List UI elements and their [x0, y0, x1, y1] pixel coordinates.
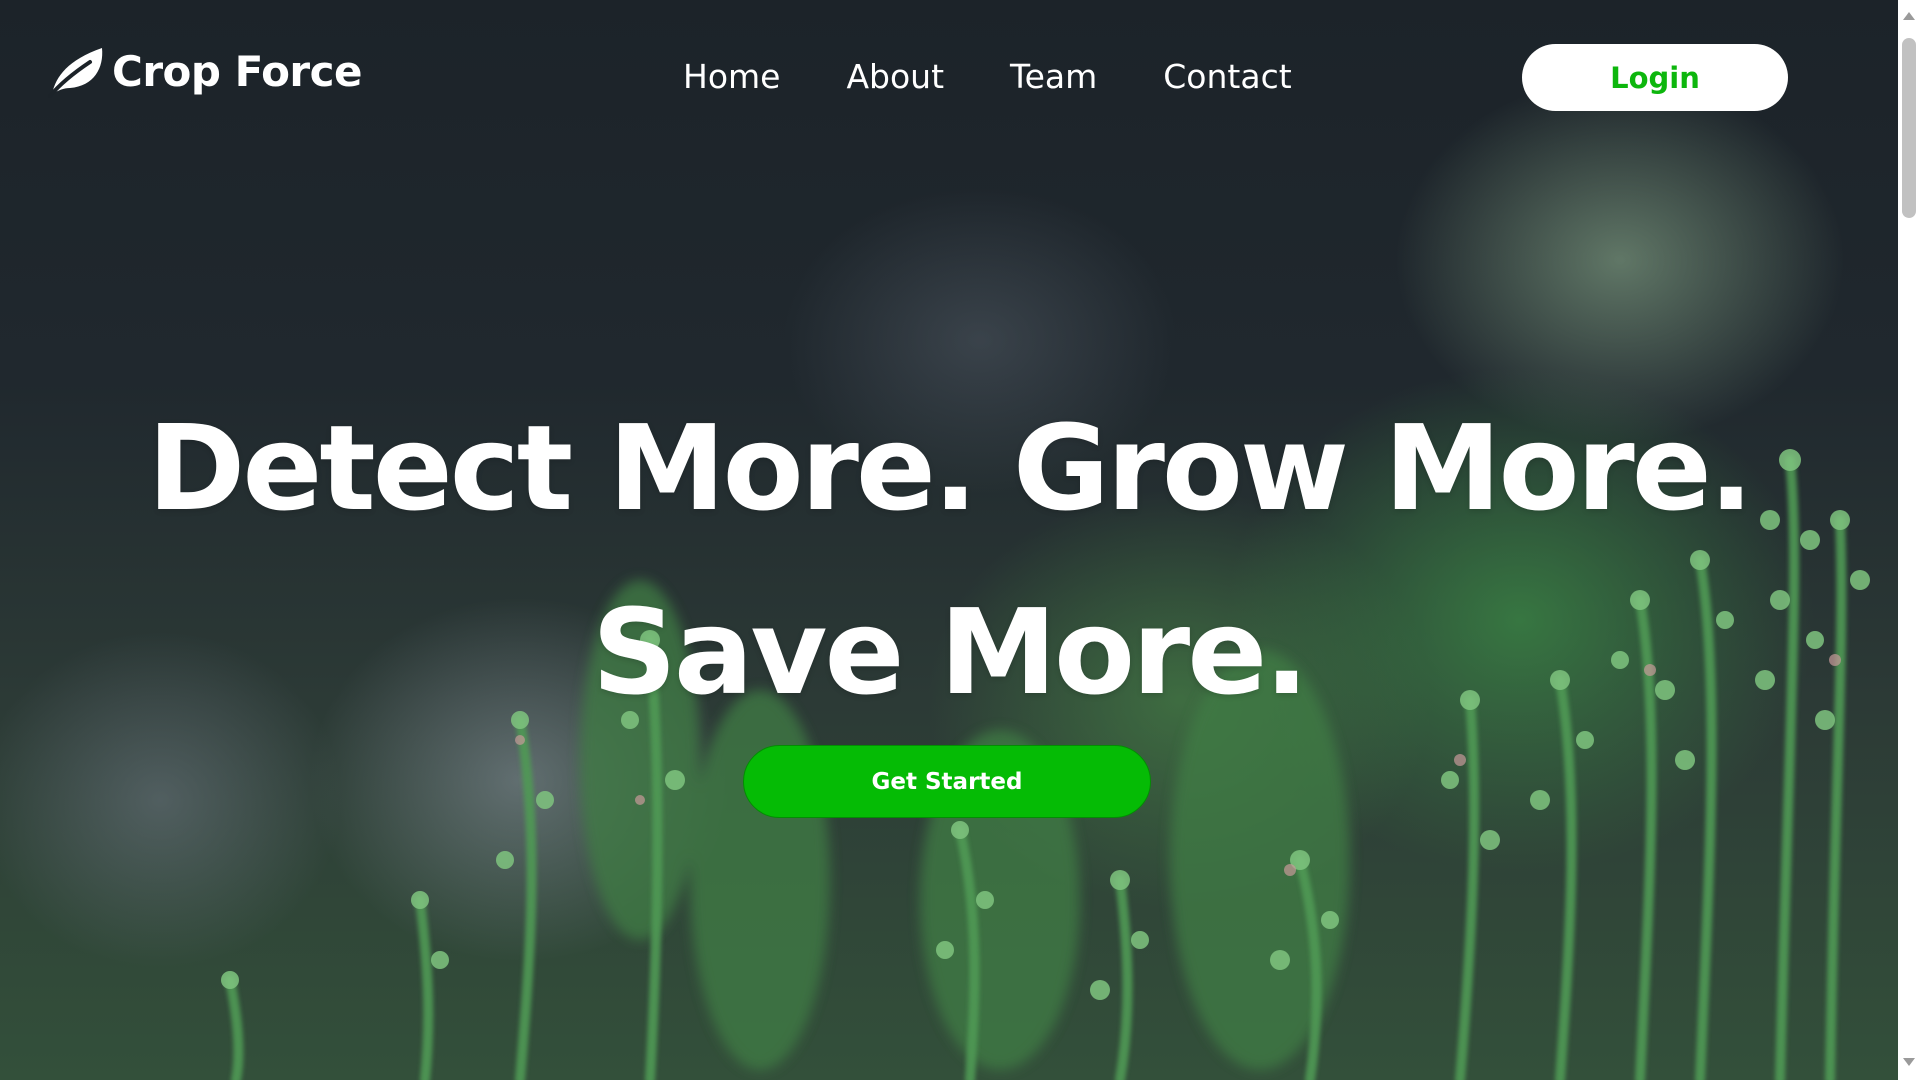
brand-name: Crop Force — [112, 47, 363, 96]
scroll-up-arrow-icon[interactable] — [1903, 12, 1915, 20]
get-started-button[interactable]: Get Started — [743, 745, 1151, 818]
hero-headline-line2: Save More. — [591, 583, 1309, 722]
nav-links: Home About Team Contact — [683, 56, 1292, 98]
nav-link-home[interactable]: Home — [683, 56, 780, 98]
login-button[interactable]: Login — [1522, 44, 1788, 111]
hero-headline-line1: Detect More. Grow More. — [147, 399, 1753, 538]
scroll-thumb[interactable] — [1902, 38, 1916, 218]
scroll-down-arrow-icon[interactable] — [1903, 1058, 1915, 1066]
landing-page: Crop Force Home About Team Contact Login… — [0, 0, 1920, 1080]
foliage-background-image — [221, 449, 1870, 1080]
nav-link-about[interactable]: About — [846, 56, 944, 98]
nav-link-team[interactable]: Team — [1010, 56, 1097, 98]
brand-logo[interactable]: Crop Force — [46, 46, 363, 98]
page-scrollbar[interactable] — [1898, 0, 1920, 1080]
nav-link-contact[interactable]: Contact — [1163, 56, 1291, 98]
leaf-icon — [48, 48, 103, 98]
top-navbar: Crop Force Home About Team Contact Login — [0, 0, 1898, 150]
